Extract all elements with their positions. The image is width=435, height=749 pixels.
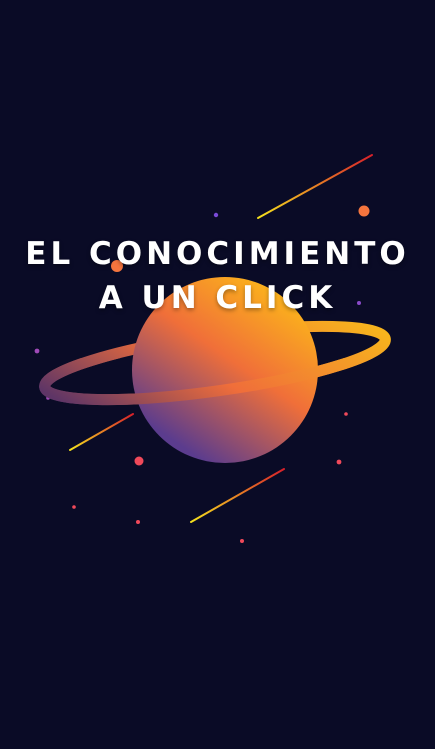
meteor-streak <box>257 154 373 219</box>
splash-screen: EL CONOCIMIENTO A UN CLICK <box>0 0 435 749</box>
star-dot <box>134 456 144 466</box>
star-dot <box>344 412 348 416</box>
meteor-streak <box>190 468 285 523</box>
headline: EL CONOCIMIENTO A UN CLICK <box>0 232 435 320</box>
headline-line-2: A UN CLICK <box>98 280 337 316</box>
star-dot <box>136 520 140 524</box>
headline-line-1: EL CONOCIMIENTO <box>25 236 410 272</box>
planet-illustration <box>34 154 391 543</box>
star-dot <box>358 205 370 217</box>
star-dot <box>213 212 219 218</box>
star-dot <box>34 348 40 354</box>
star-dot <box>72 505 76 509</box>
star-dot <box>240 539 244 543</box>
star-dot <box>336 459 342 465</box>
meteor-streak <box>69 413 134 451</box>
